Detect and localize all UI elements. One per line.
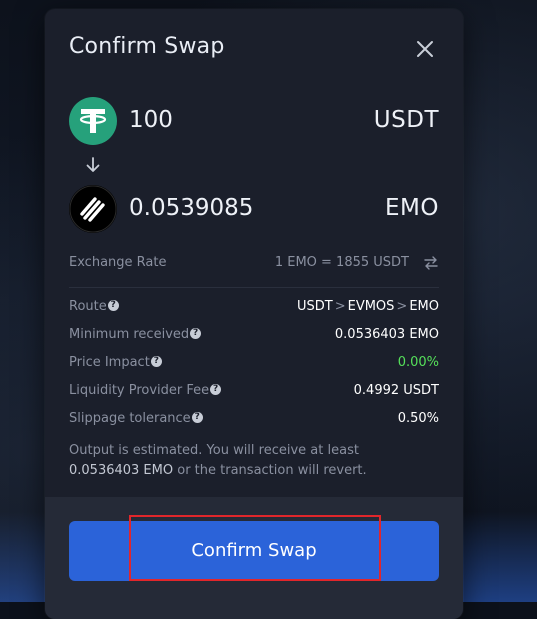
confirm-swap-modal: Confirm Swap 100 USDT 0.0539085 EMO Exch… xyxy=(45,9,463,619)
lp-fee-label: Liquidity Provider Fee xyxy=(69,383,210,398)
from-amount: 100 xyxy=(129,107,173,133)
help-icon[interactable]: ? xyxy=(107,300,119,311)
from-token-row: 100 USDT xyxy=(69,97,439,145)
slippage-label: Slippage tolerance xyxy=(69,411,191,426)
modal-title: Confirm Swap xyxy=(69,34,225,59)
close-button[interactable] xyxy=(415,39,435,59)
slippage-row: Slippage tolerance? 0.50% xyxy=(69,405,439,433)
route-separator: > xyxy=(334,299,346,314)
help-icon[interactable]: ? xyxy=(210,384,222,395)
to-symbol: EMO xyxy=(385,195,439,221)
estimate-note-part2: or the transaction will revert. xyxy=(177,463,367,478)
exchange-rate-row: Exchange Rate 1 EMO = 1855 USDT xyxy=(69,255,439,275)
slippage-value: 0.50% xyxy=(397,411,439,426)
exchange-rate-label: Exchange Rate xyxy=(69,255,167,270)
minimum-received-value: 0.0536403 EMO xyxy=(334,327,439,342)
emo-icon xyxy=(69,185,117,233)
minimum-received-row: Minimum received? 0.0536403 EMO xyxy=(69,321,439,349)
divider xyxy=(69,287,439,288)
route-row: Route? USDT > EVMOS > EMO xyxy=(69,293,439,321)
estimate-note-part1: Output is estimated. You will receive at… xyxy=(69,443,359,458)
from-symbol: USDT xyxy=(373,107,439,133)
modal-footer: Confirm Swap xyxy=(45,497,463,619)
route-hop: USDT xyxy=(296,299,333,314)
route-value: USDT > EVMOS > EMO xyxy=(297,299,439,314)
route-hop: EMO xyxy=(409,299,439,314)
price-impact-value: 0.00% xyxy=(397,355,439,370)
estimate-note: Output is estimated. You will receive at… xyxy=(69,441,429,481)
swap-details: Route? USDT > EVMOS > EMO Minimum received? … xyxy=(69,293,439,433)
lp-fee-value: 0.4992 USDT xyxy=(353,383,439,398)
price-impact-label: Price Impact xyxy=(69,355,150,370)
close-icon xyxy=(417,41,433,57)
exchange-rate-value: 1 EMO = 1855 USDT xyxy=(274,255,409,270)
to-amount: 0.0539085 xyxy=(129,195,254,221)
minimum-received-label: Minimum received xyxy=(69,327,190,342)
confirm-swap-button[interactable]: Confirm Swap xyxy=(69,521,439,581)
route-label: Route xyxy=(69,299,107,314)
to-token-row: 0.0539085 EMO xyxy=(69,185,439,233)
arrow-down-icon xyxy=(83,155,103,175)
price-impact-row: Price Impact? 0.00% xyxy=(69,349,439,377)
help-icon[interactable]: ? xyxy=(191,412,203,423)
route-separator: > xyxy=(396,299,408,314)
help-icon[interactable]: ? xyxy=(190,328,202,339)
route-hop: EVMOS xyxy=(347,299,395,314)
help-icon[interactable]: ? xyxy=(150,356,162,367)
estimate-note-amount: 0.0536403 EMO xyxy=(69,463,174,478)
lp-fee-row: Liquidity Provider Fee? 0.4992 USDT xyxy=(69,377,439,405)
swap-arrows-icon[interactable] xyxy=(423,255,439,271)
tether-icon xyxy=(69,97,117,145)
